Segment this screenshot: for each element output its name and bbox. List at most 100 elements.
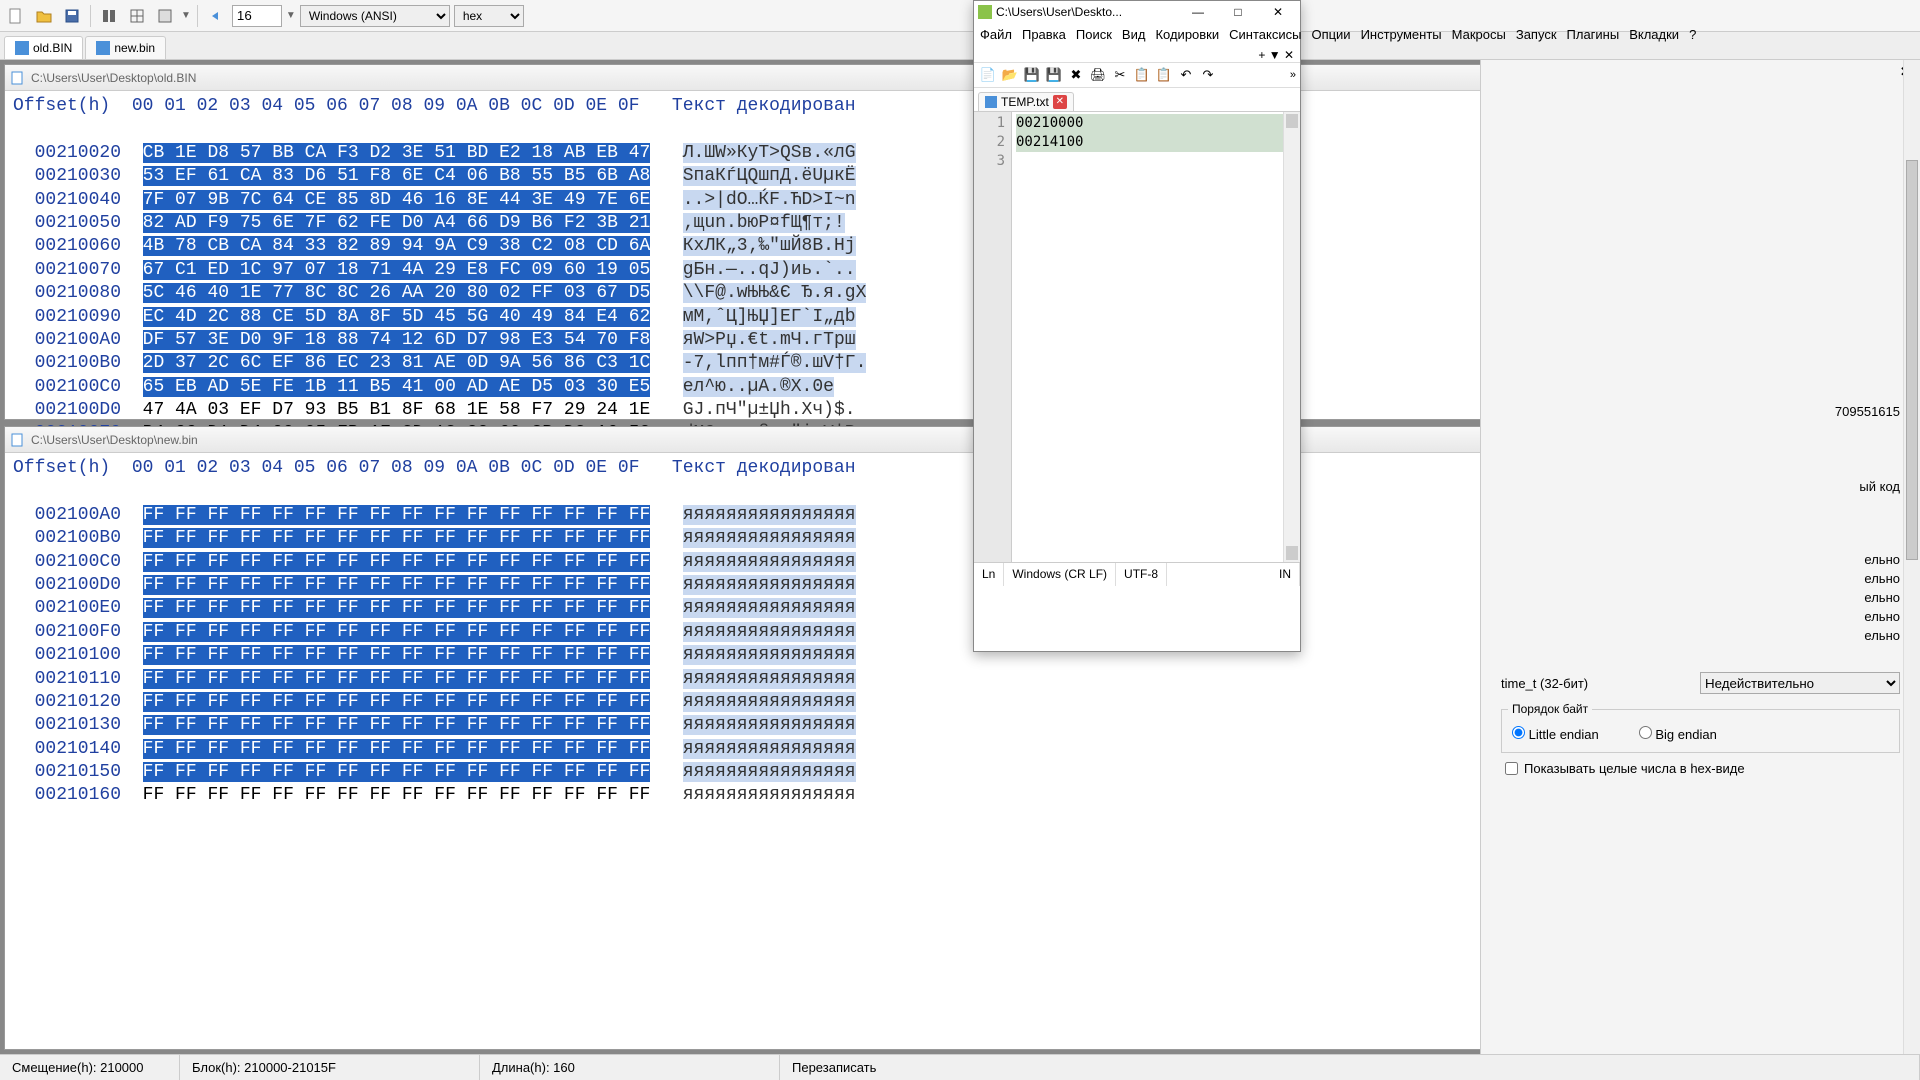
dropdown-arrow-icon[interactable]: ▼ [181,10,191,21]
status-enc: UTF-8 [1116,563,1167,586]
bytes-per-row-input[interactable] [232,5,282,27]
status-ins: IN [1167,563,1300,586]
cut-icon[interactable]: ✂ [1110,65,1130,85]
paste-icon[interactable]: 📋 [1154,65,1174,85]
inspector-value: ельно [1501,609,1900,624]
separator [90,5,91,27]
tool-button-3[interactable] [153,4,177,28]
menu-item[interactable]: Опции [1311,27,1350,42]
inspector-value: 709551615 [1501,404,1900,419]
menu-item[interactable]: Вкладки [1629,27,1679,42]
menu-item[interactable]: Поиск [1076,27,1112,42]
show-hex-checkbox[interactable] [1505,762,1518,775]
tab-label: TEMP.txt [1001,95,1049,109]
document-icon [11,433,25,447]
menu-item[interactable]: Макросы [1452,27,1506,42]
tab-close-icon[interactable]: ✕ [1053,95,1067,109]
byte-order-legend: Порядок байт [1508,702,1592,716]
file-icon [96,41,110,55]
byte-order-fieldset: Порядок байт Little endian Big endian [1501,702,1900,753]
inspector-value: ельно [1501,552,1900,567]
text-area[interactable]: 00210000 00214100 [1012,112,1300,562]
statusbar: Смещение(h): 210000 Блок(h): 210000-2101… [0,1054,1920,1080]
save-button[interactable] [60,4,84,28]
menu-item[interactable]: Плагины [1567,27,1620,42]
offset-mode-select[interactable]: hex [454,5,524,27]
open-file-button[interactable] [32,4,56,28]
npp-menubar: ФайлПравкаПоискВидКодировкиСинтаксисыОпц… [974,23,1300,48]
tab-label: new.bin [114,41,155,55]
vertical-scrollbar[interactable] [1283,112,1300,562]
pane-title: C:\Users\User\Desktop\old.BIN [31,71,196,85]
tab-label: old.BIN [33,41,72,55]
status-length: Длина(h): 160 [480,1055,780,1080]
close-icon[interactable]: ✖ [1066,65,1086,85]
minimize-button[interactable]: — [1180,2,1216,22]
file-tab-old[interactable]: old.BIN [4,36,83,59]
file-icon [985,96,997,108]
plus-icon[interactable]: + [1258,48,1265,62]
menu-item[interactable]: Кодировки [1155,27,1219,42]
save-icon[interactable]: 💾 [1022,65,1042,85]
close-icon[interactable]: ✕ [1284,48,1294,62]
scroll-thumb[interactable] [1906,160,1918,560]
npp-tabs: TEMP.txt ✕ [974,88,1300,112]
scroll-up-icon[interactable] [1286,114,1298,128]
pane-title: C:\Users\User\Desktop\new.bin [31,433,198,447]
tool-button-1[interactable] [97,4,121,28]
little-endian-radio[interactable]: Little endian [1512,726,1599,742]
maximize-button[interactable]: □ [1220,2,1256,22]
menu-item[interactable]: Инструменты [1361,27,1442,42]
npp-toolbar: 📄 📂 💾 💾 ✖ 🖨 ✂ 📋 📋 ↶ ↷ » [974,62,1300,88]
document-icon [11,71,25,85]
line-gutter: 123 [974,112,1012,562]
copy-icon[interactable]: 📋 [1132,65,1152,85]
status-offset: Смещение(h): 210000 [0,1055,180,1080]
big-endian-radio[interactable]: Big endian [1639,726,1717,742]
time-t-select[interactable]: Недействительно [1700,672,1900,694]
file-icon [15,41,29,55]
status-mode: Перезаписать [780,1055,1920,1080]
menu-item[interactable]: ? [1689,27,1696,42]
inspector-label: ый код [1501,479,1900,494]
checkbox-label: Показывать целые числа в hex-виде [1524,761,1745,776]
open-icon[interactable]: 📂 [1000,65,1020,85]
redo-icon[interactable]: ↷ [1198,65,1218,85]
print-icon[interactable]: 🖨 [1088,65,1108,85]
tool-button-2[interactable] [125,4,149,28]
menu-item[interactable]: Запуск [1516,27,1557,42]
npp-editor[interactable]: 123 00210000 00214100 [974,112,1300,562]
npp-menu-extra: + ▼ ✕ [974,48,1300,62]
new-icon[interactable]: 📄 [978,65,998,85]
inspector-value: ельно [1501,628,1900,643]
menu-item[interactable]: Вид [1122,27,1146,42]
more-icon[interactable]: » [1290,69,1296,81]
save-all-icon[interactable]: 💾 [1044,65,1064,85]
undo-icon[interactable]: ↶ [1176,65,1196,85]
menu-item[interactable]: Файл [980,27,1012,42]
spinner-icon[interactable]: ▼ [286,10,296,21]
close-button[interactable]: ✕ [1260,2,1296,22]
separator [197,5,198,27]
vertical-scrollbar[interactable] [1903,60,1920,1054]
npp-statusbar: Ln Windows (CR LF) UTF-8 IN [974,562,1300,586]
npp-icon [978,5,992,19]
inspector-value: ельно [1501,571,1900,586]
menu-item[interactable]: Правка [1022,27,1066,42]
npp-title: C:\Users\User\Deskto... [996,5,1122,19]
encoding-select[interactable]: Windows (ANSI) [300,5,450,27]
notepadpp-window: C:\Users\User\Deskto... — □ ✕ Файл Правка… [973,0,1301,652]
status-eol: Windows (CR LF) [1004,563,1116,586]
data-inspector-panel: ✕ 709551615 ый код ельно ельно ельно ель… [1480,60,1920,1054]
scroll-down-icon[interactable] [1286,546,1298,560]
file-tab-new[interactable]: new.bin [85,36,166,59]
new-file-button[interactable] [4,4,28,28]
time-t-label: time_t (32-бит) [1501,676,1700,691]
npp-tab-temp[interactable]: TEMP.txt ✕ [978,92,1074,111]
npp-titlebar[interactable]: C:\Users\User\Deskto... — □ ✕ [974,1,1300,23]
status-block: Блок(h): 210000-21015F [180,1055,480,1080]
status-ln: Ln [974,563,1004,586]
chevron-down-icon[interactable]: ▼ [1269,48,1281,62]
menu-item[interactable]: Синтаксисы [1229,27,1301,42]
undo-button[interactable] [204,4,228,28]
